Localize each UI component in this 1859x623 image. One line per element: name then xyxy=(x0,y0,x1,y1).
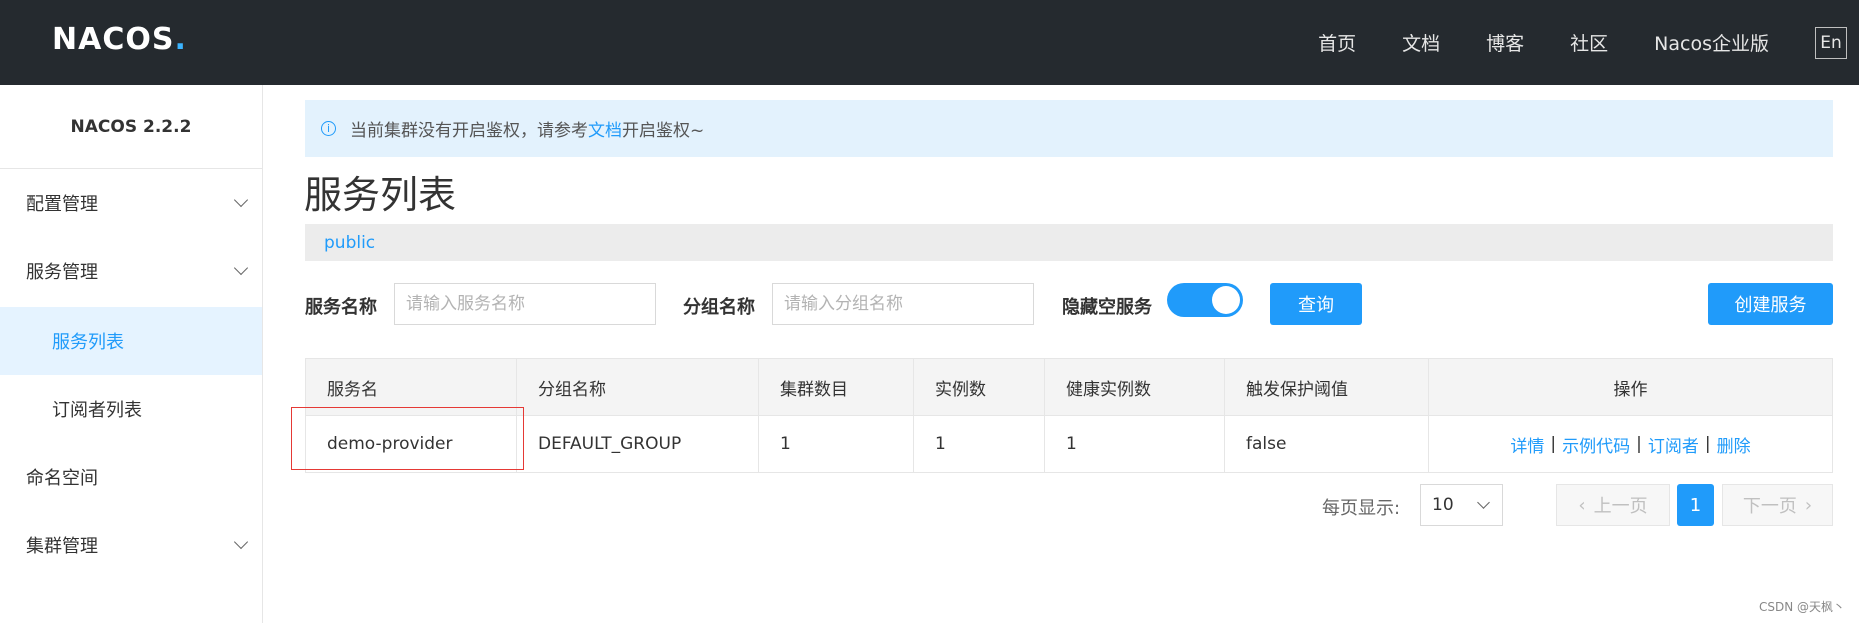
chevron-down-icon xyxy=(1477,496,1490,509)
top-navbar: NACOS. 首页 文档 博客 社区 Nacos企业版 En xyxy=(0,0,1859,85)
sidebar: NACOS 2.2.2 配置管理 服务管理 服务列表 订阅者列表 命名空间 集群… xyxy=(0,85,263,623)
page-number-current[interactable]: 1 xyxy=(1677,484,1714,526)
sidebar-item-service-list[interactable]: 服务列表 xyxy=(0,307,262,375)
cell-instance-count: 1 xyxy=(914,416,1045,472)
sidebar-item-subscriber-list[interactable]: 订阅者列表 xyxy=(0,375,262,443)
top-nav: 首页 文档 博客 社区 Nacos企业版 En xyxy=(1318,0,1859,85)
header-service-name: 服务名 xyxy=(306,359,517,415)
create-service-button[interactable]: 创建服务 xyxy=(1708,283,1833,325)
language-switch-button[interactable]: En xyxy=(1815,26,1847,59)
notice-text-before: 当前集群没有开启鉴权，请参考 xyxy=(350,121,588,141)
sidebar-item-label: 订阅者列表 xyxy=(52,400,142,421)
header-group-name: 分组名称 xyxy=(517,359,759,415)
info-icon: i xyxy=(321,121,336,136)
cell-operations: 详情 | 示例代码 | 订阅者 | 删除 xyxy=(1429,416,1832,472)
docs-link[interactable]: 文档 xyxy=(588,116,622,141)
cell-healthy-count: 1 xyxy=(1045,416,1225,472)
nav-home[interactable]: 首页 xyxy=(1318,29,1356,56)
service-name-label: 服务名称 xyxy=(305,297,377,318)
per-page-select[interactable]: 10 xyxy=(1420,484,1503,526)
toggle-knob xyxy=(1212,286,1240,314)
sidebar-item-config-management[interactable]: 配置管理 xyxy=(0,169,262,237)
cell-protect-threshold: false xyxy=(1225,416,1429,472)
details-link[interactable]: 详情 xyxy=(1510,432,1544,457)
hide-empty-label: 隐藏空服务 xyxy=(1062,297,1152,318)
notice-text-after: 开启鉴权~ xyxy=(622,121,705,141)
logo-text: NACOS xyxy=(52,22,175,57)
query-button[interactable]: 查询 xyxy=(1270,283,1362,325)
version-label: NACOS 2.2.2 xyxy=(0,85,262,169)
prev-page-button[interactable]: ‹ 上一页 xyxy=(1556,484,1670,526)
sidebar-item-label: 配置管理 xyxy=(26,194,98,215)
auth-notice: i 当前集群没有开启鉴权，请参考 文档 开启鉴权~ xyxy=(305,100,1833,157)
delete-link[interactable]: 删除 xyxy=(1717,432,1751,457)
cell-service-name: demo-provider xyxy=(306,416,517,472)
header-protect-threshold: 触发保护阈值 xyxy=(1225,359,1429,415)
header-instance-count: 实例数 xyxy=(914,359,1045,415)
sidebar-item-namespace[interactable]: 命名空间 xyxy=(0,443,262,511)
chevron-down-icon xyxy=(233,534,249,550)
header-cluster-count: 集群数目 xyxy=(759,359,914,415)
group-name-input[interactable] xyxy=(772,283,1034,325)
header-operations: 操作 xyxy=(1613,379,1648,400)
subscribers-link[interactable]: 订阅者 xyxy=(1648,432,1699,457)
nav-blog[interactable]: 博客 xyxy=(1486,29,1524,56)
per-page-label: 每页显示: xyxy=(1322,498,1401,519)
namespace-public[interactable]: public xyxy=(324,233,375,253)
nav-docs[interactable]: 文档 xyxy=(1402,29,1440,56)
cell-group-name: DEFAULT_GROUP xyxy=(517,416,759,472)
nacos-logo[interactable]: NACOS. xyxy=(52,22,187,57)
hide-empty-toggle[interactable] xyxy=(1167,283,1243,317)
page-title: 服务列表 xyxy=(304,173,457,217)
next-page-label: 下一页 xyxy=(1742,496,1797,517)
sidebar-item-label: 命名空间 xyxy=(26,468,98,489)
cell-cluster-count: 1 xyxy=(759,416,914,472)
sidebar-item-label: 服务管理 xyxy=(26,262,98,283)
per-page-value: 10 xyxy=(1432,495,1454,515)
group-name-label: 分组名称 xyxy=(683,297,755,318)
op-separator: | xyxy=(1704,434,1711,454)
table-header: 服务名 分组名称 集群数目 实例数 健康实例数 触发保护阈值 操作 xyxy=(306,359,1832,415)
chevron-left-icon: ‹ xyxy=(1578,494,1586,516)
nav-community[interactable]: 社区 xyxy=(1570,29,1608,56)
chevron-right-icon: › xyxy=(1804,494,1813,516)
watermark: CSDN @天枫丶 xyxy=(1758,600,1845,614)
op-separator: | xyxy=(1550,434,1557,454)
sample-code-link[interactable]: 示例代码 xyxy=(1562,432,1630,457)
service-name-input[interactable] xyxy=(394,283,656,325)
chevron-down-icon xyxy=(233,192,249,208)
sidebar-item-label: 服务列表 xyxy=(52,332,124,353)
chevron-down-icon xyxy=(233,260,249,276)
next-page-button[interactable]: 下一页 › xyxy=(1722,484,1833,526)
sidebar-item-label: 集群管理 xyxy=(26,536,98,557)
header-healthy-count: 健康实例数 xyxy=(1045,359,1225,415)
service-table: 服务名 分组名称 集群数目 实例数 健康实例数 触发保护阈值 操作 demo-p… xyxy=(305,358,1833,473)
logo-dot: . xyxy=(174,22,187,57)
prev-page-label: 上一页 xyxy=(1593,496,1648,517)
namespace-bar: public xyxy=(305,224,1833,261)
table-row: demo-provider DEFAULT_GROUP 1 1 1 false … xyxy=(306,415,1832,472)
op-separator: | xyxy=(1636,434,1642,454)
nav-enterprise[interactable]: Nacos企业版 xyxy=(1654,29,1769,56)
sidebar-item-cluster-management[interactable]: 集群管理 xyxy=(0,511,262,579)
sidebar-item-service-management[interactable]: 服务管理 xyxy=(0,237,262,305)
